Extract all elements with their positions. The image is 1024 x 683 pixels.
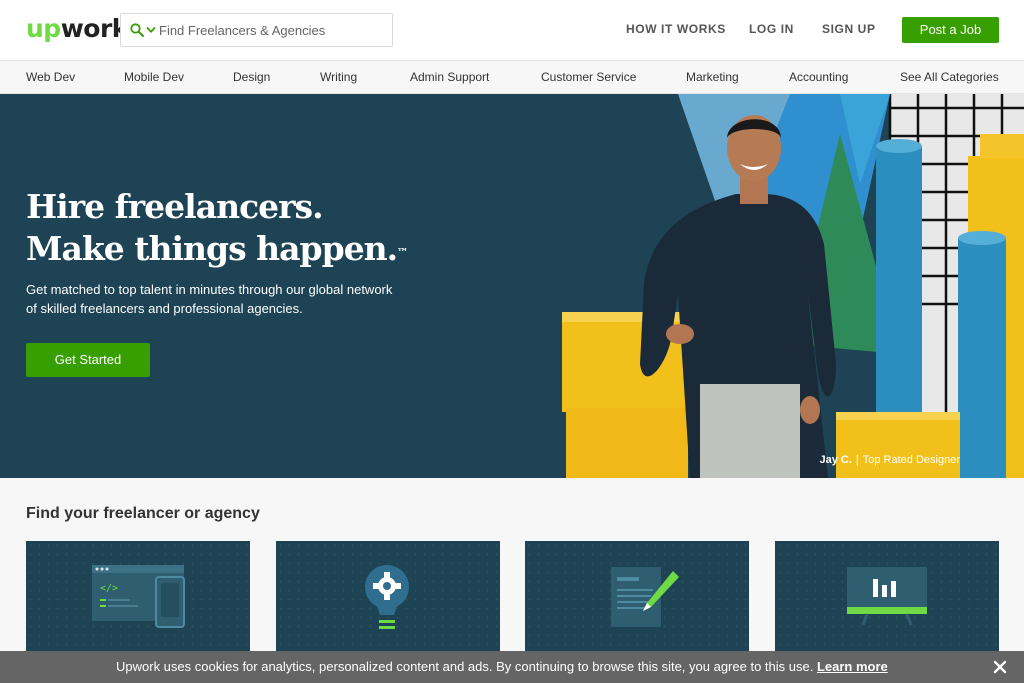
learn-more-link[interactable]: Learn more xyxy=(817,659,888,674)
hero-title-line1: Hire freelancers. xyxy=(26,187,324,226)
nav-sign-up[interactable]: SIGN UP xyxy=(822,22,876,36)
cookie-banner: Upwork uses cookies for analytics, perso… xyxy=(0,651,1024,683)
category-accounting[interactable]: Accounting xyxy=(789,70,848,84)
hero-banner: Hire freelancers. Make things happen.™ G… xyxy=(0,94,1024,478)
search-input[interactable] xyxy=(159,14,389,46)
trademark-mark: ™ xyxy=(397,246,409,259)
close-icon[interactable] xyxy=(993,660,1007,674)
category-see-all[interactable]: See All Categories xyxy=(900,70,999,84)
nav-how-it-works[interactable]: HOW IT WORKS xyxy=(626,22,726,36)
category-mobile-dev[interactable]: Mobile Dev xyxy=(124,70,184,84)
chevron-down-icon[interactable] xyxy=(146,25,156,35)
hero-title: Hire freelancers. Make things happen.™ xyxy=(26,186,408,270)
hero-caption: Jay C. | Top Rated Designer xyxy=(819,454,960,466)
hero-title-line2-wrap: Make things happen.™ xyxy=(26,228,408,270)
upwork-logo[interactable]: upwork xyxy=(26,14,128,44)
category-admin-support[interactable]: Admin Support xyxy=(410,70,489,84)
section-title: Find your freelancer or agency xyxy=(26,505,260,522)
caption-separator: | xyxy=(855,454,859,466)
search-bar[interactable] xyxy=(120,13,393,47)
logo-work: work xyxy=(60,14,129,43)
cookie-message: Upwork uses cookies for analytics, perso… xyxy=(116,659,888,674)
svg-text:</>: </> xyxy=(100,583,118,594)
category-nav: Web Dev Mobile Dev Design Writing Admin … xyxy=(0,60,1024,94)
search-icon[interactable] xyxy=(130,23,144,37)
category-marketing[interactable]: Marketing xyxy=(686,70,739,84)
category-web-dev[interactable]: Web Dev xyxy=(26,70,75,84)
hero-subtitle: Get matched to top talent in minutes thr… xyxy=(26,282,393,316)
cookie-text: Upwork uses cookies for analytics, perso… xyxy=(116,659,814,674)
category-writing[interactable]: Writing xyxy=(320,70,357,84)
top-header: upwork HOW IT WORKS LOG IN SIGN UP Post … xyxy=(0,0,1024,60)
caption-name: Jay C. xyxy=(819,454,852,466)
category-design[interactable]: Design xyxy=(233,70,270,84)
post-a-job-button[interactable]: Post a Job xyxy=(902,17,999,43)
hero-illustration xyxy=(562,94,1024,478)
caption-role: Top Rated Designer xyxy=(862,454,960,466)
get-started-button[interactable]: Get Started xyxy=(26,343,150,377)
hero-title-line2: Make things happen. xyxy=(26,229,398,268)
nav-log-in[interactable]: LOG IN xyxy=(749,22,794,36)
category-customer-service[interactable]: Customer Service xyxy=(541,70,636,84)
logo-up: up xyxy=(26,14,61,43)
